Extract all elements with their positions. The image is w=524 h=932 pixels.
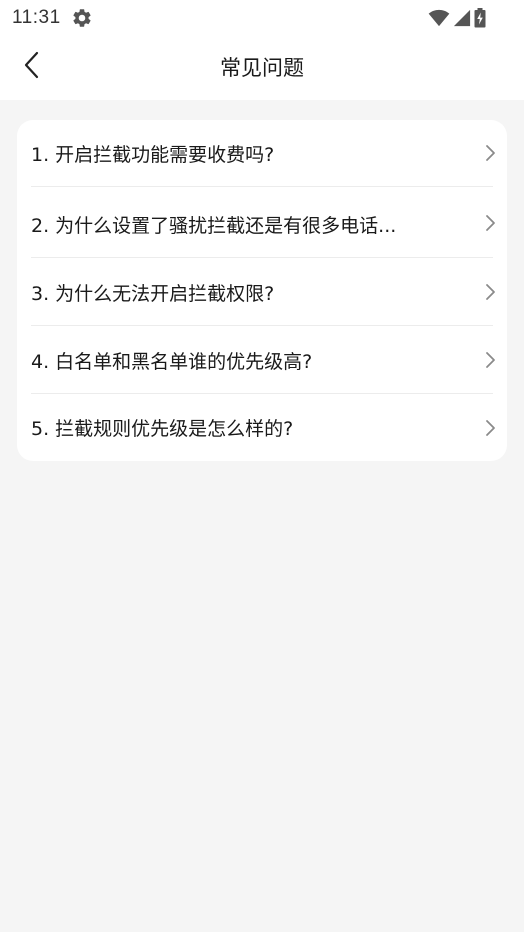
faq-item-label: 5. 拦截规则优先级是怎么样的? [31,418,294,440]
status-bar: 11:31 [0,0,524,36]
faq-item-label: 4. 白名单和黑名单谁的优先级高? [31,351,313,373]
faq-item-2[interactable]: 2. 为什么设置了骚扰拦截还是有很多电话... [17,187,507,257]
faq-item-3[interactable]: 3. 为什么无法开启拦截权限? [17,258,507,325]
faq-item-5[interactable]: 5. 拦截规则优先级是怎么样的? [17,394,507,461]
wifi-icon [428,9,450,27]
faq-item-label: 2. 为什么设置了骚扰拦截还是有很多电话... [31,215,397,237]
page-title: 常见问题 [220,56,304,80]
faq-list-card: 1. 开启拦截功能需要收费吗? 2. 为什么设置了骚扰拦截还是有很多电话... … [17,120,507,461]
chevron-right-icon [483,283,497,301]
header: 常见问题 [0,36,524,98]
status-icons [428,7,486,29]
faq-item-1[interactable]: 1. 开启拦截功能需要收费吗? [17,120,507,186]
chevron-right-icon [483,351,497,369]
faq-item-label: 1. 开启拦截功能需要收费吗? [31,144,275,166]
faq-item-4[interactable]: 4. 白名单和黑名单谁的优先级高? [17,326,507,393]
battery-charging-icon [474,8,486,28]
gear-icon [71,7,93,29]
faq-item-label: 3. 为什么无法开启拦截权限? [31,283,275,305]
chevron-right-icon [483,144,497,162]
chevron-right-icon [483,419,497,437]
chevron-right-icon [483,214,497,232]
status-time: 11:31 [12,7,61,28]
cellular-signal-icon [453,9,471,27]
